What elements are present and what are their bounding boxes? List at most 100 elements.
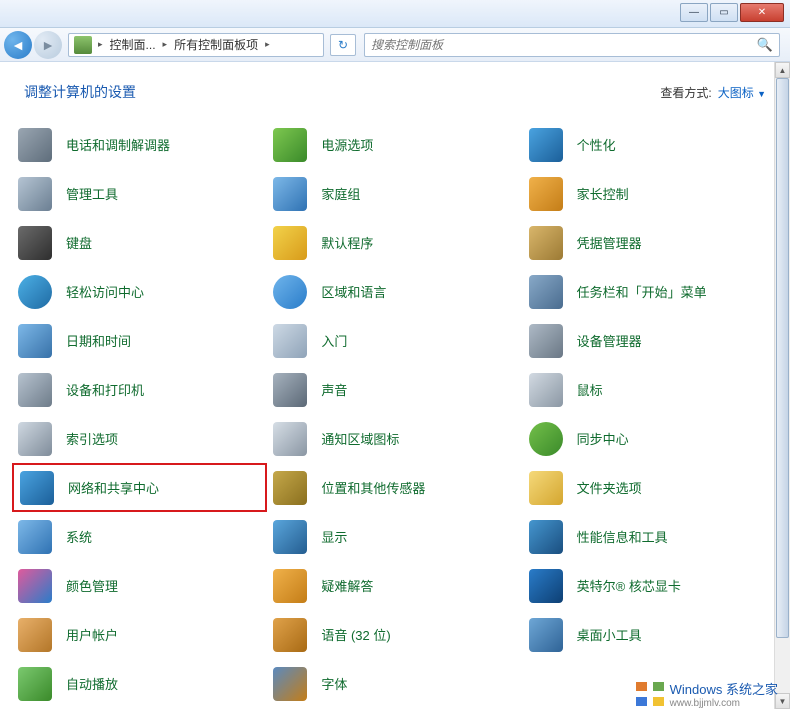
item-label: 默认程序 — [321, 233, 373, 252]
folder-icon — [529, 471, 563, 505]
control-panel-item[interactable]: 疑难解答 — [267, 561, 522, 610]
control-panel-item[interactable]: 默认程序 — [267, 218, 522, 267]
item-label: 桌面小工具 — [577, 625, 642, 644]
item-label: 电源选项 — [321, 135, 373, 154]
display-icon — [273, 520, 307, 554]
item-label: 任务栏和「开始」菜单 — [577, 282, 707, 301]
breadcrumb[interactable]: ▸ 控制面... ▸ 所有控制面板项 ▸ — [68, 33, 324, 57]
item-label: 设备管理器 — [577, 331, 642, 350]
breadcrumb-seg-2[interactable]: 所有控制面板项 — [170, 34, 262, 56]
chevron-right-icon: ▸ — [262, 39, 273, 50]
control-panel-item[interactable]: 家庭组 — [267, 169, 522, 218]
control-panel-item[interactable]: 管理工具 — [12, 169, 267, 218]
control-panel-item[interactable]: 凭据管理器 — [523, 218, 778, 267]
maximize-button[interactable]: ▭ — [710, 3, 738, 22]
view-control: 查看方式: 大图标 ▼ — [660, 84, 766, 101]
control-panel-item[interactable]: 区域和语言 — [267, 267, 522, 316]
control-panel-item[interactable]: 电话和调制解调器 — [12, 120, 267, 169]
item-label: 语音 (32 位) — [321, 625, 390, 644]
control-panel-item[interactable]: 网络和共享中心 — [12, 463, 267, 512]
view-label: 查看方式: — [660, 84, 711, 101]
item-label: 凭据管理器 — [577, 233, 642, 252]
scrollbar[interactable]: ▲ ▼ — [774, 62, 790, 709]
control-panel-item[interactable]: 入门 — [267, 316, 522, 365]
item-label: 系统 — [66, 527, 92, 546]
sync-icon — [529, 422, 563, 456]
view-mode-dropdown[interactable]: 大图标 ▼ — [718, 84, 766, 101]
home-icon — [273, 177, 307, 211]
item-label: 颜色管理 — [66, 576, 118, 595]
control-panel-item[interactable]: 家长控制 — [523, 169, 778, 218]
item-label: 入门 — [321, 331, 347, 350]
item-label: 性能信息和工具 — [577, 527, 668, 546]
forward-button[interactable]: ► — [34, 31, 62, 59]
close-button[interactable]: ✕ — [740, 3, 784, 22]
control-panel-item[interactable]: 颜色管理 — [12, 561, 267, 610]
scroll-up-button[interactable]: ▲ — [775, 62, 790, 78]
control-panel-item[interactable]: 设备管理器 — [523, 316, 778, 365]
item-label: 通知区域图标 — [321, 429, 399, 448]
control-panel-item[interactable]: 用户帐户 — [12, 610, 267, 659]
control-panel-item[interactable]: 语音 (32 位) — [267, 610, 522, 659]
keyboard-icon — [18, 226, 52, 260]
item-label: 日期和时间 — [66, 331, 131, 350]
control-panel-item[interactable]: 性能信息和工具 — [523, 512, 778, 561]
control-panel-item[interactable]: 键盘 — [12, 218, 267, 267]
control-panel-item[interactable]: 桌面小工具 — [523, 610, 778, 659]
item-label: 管理工具 — [66, 184, 118, 203]
items-grid: 电话和调制解调器 电源选项 个性化管理工具 家庭组家长控制键盘 默认程序 凭据管理器轻松访… — [12, 120, 778, 708]
color-icon — [18, 569, 52, 603]
speech-icon — [273, 618, 307, 652]
watermark: Windows 系统之家 www.bjjmlv.com — [636, 679, 778, 709]
item-label: 用户帐户 — [66, 625, 118, 644]
control-panel-item[interactable]: 自动播放 — [12, 659, 267, 708]
user-icon — [18, 618, 52, 652]
control-panel-item[interactable]: 索引选项 — [12, 414, 267, 463]
windows-logo-icon — [636, 682, 664, 706]
control-panel-item[interactable]: 轻松访问中心 — [12, 267, 267, 316]
item-label: 鼠标 — [577, 380, 603, 399]
control-panel-item[interactable]: 电源选项 — [267, 120, 522, 169]
control-panel-item[interactable]: 字体 — [267, 659, 522, 708]
control-panel-item[interactable]: 日期和时间 — [12, 316, 267, 365]
default-icon — [273, 226, 307, 260]
sound-icon — [273, 373, 307, 407]
search-icon[interactable]: 🔍 — [757, 37, 773, 53]
chevron-right-icon: ▸ — [95, 39, 106, 50]
item-label: 电话和调制解调器 — [66, 135, 170, 154]
control-panel-item[interactable]: 英特尔® 核芯显卡 — [523, 561, 778, 610]
item-label: 索引选项 — [66, 429, 118, 448]
power-icon — [273, 128, 307, 162]
taskbar-icon — [529, 275, 563, 309]
control-panel-item[interactable]: 设备和打印机 — [12, 365, 267, 414]
control-panel-item[interactable]: 位置和其他传感器 — [267, 463, 522, 512]
control-panel-item[interactable]: 个性化 — [523, 120, 778, 169]
refresh-button[interactable]: ↻ — [330, 34, 356, 56]
item-label: 显示 — [321, 527, 347, 546]
gadget-icon — [529, 618, 563, 652]
back-button[interactable]: ◄ — [4, 31, 32, 59]
scrollbar-thumb[interactable] — [776, 78, 789, 638]
item-label: 区域和语言 — [321, 282, 386, 301]
control-panel-item[interactable]: 任务栏和「开始」菜单 — [523, 267, 778, 316]
control-panel-item[interactable]: 通知区域图标 — [267, 414, 522, 463]
window-buttons: — ▭ ✕ — [680, 3, 784, 22]
breadcrumb-seg-1[interactable]: 控制面... — [106, 34, 160, 56]
page-title: 调整计算机的设置 — [24, 82, 136, 102]
control-panel-item[interactable]: 系统 — [12, 512, 267, 561]
control-panel-item[interactable]: 鼠标 — [523, 365, 778, 414]
search-input[interactable] — [371, 38, 757, 52]
item-label: 字体 — [321, 674, 347, 693]
control-panel-item[interactable]: 显示 — [267, 512, 522, 561]
control-panel-item[interactable]: 声音 — [267, 365, 522, 414]
item-label: 网络和共享中心 — [68, 478, 159, 497]
control-panel-item[interactable]: 文件夹选项 — [523, 463, 778, 512]
printer-icon — [18, 373, 52, 407]
search-box[interactable]: 🔍 — [364, 33, 780, 57]
parental-icon — [529, 177, 563, 211]
trouble-icon — [273, 569, 307, 603]
item-label: 英特尔® 核芯显卡 — [577, 576, 681, 595]
item-label: 位置和其他传感器 — [321, 478, 425, 497]
control-panel-item[interactable]: 同步中心 — [523, 414, 778, 463]
minimize-button[interactable]: — — [680, 3, 708, 22]
